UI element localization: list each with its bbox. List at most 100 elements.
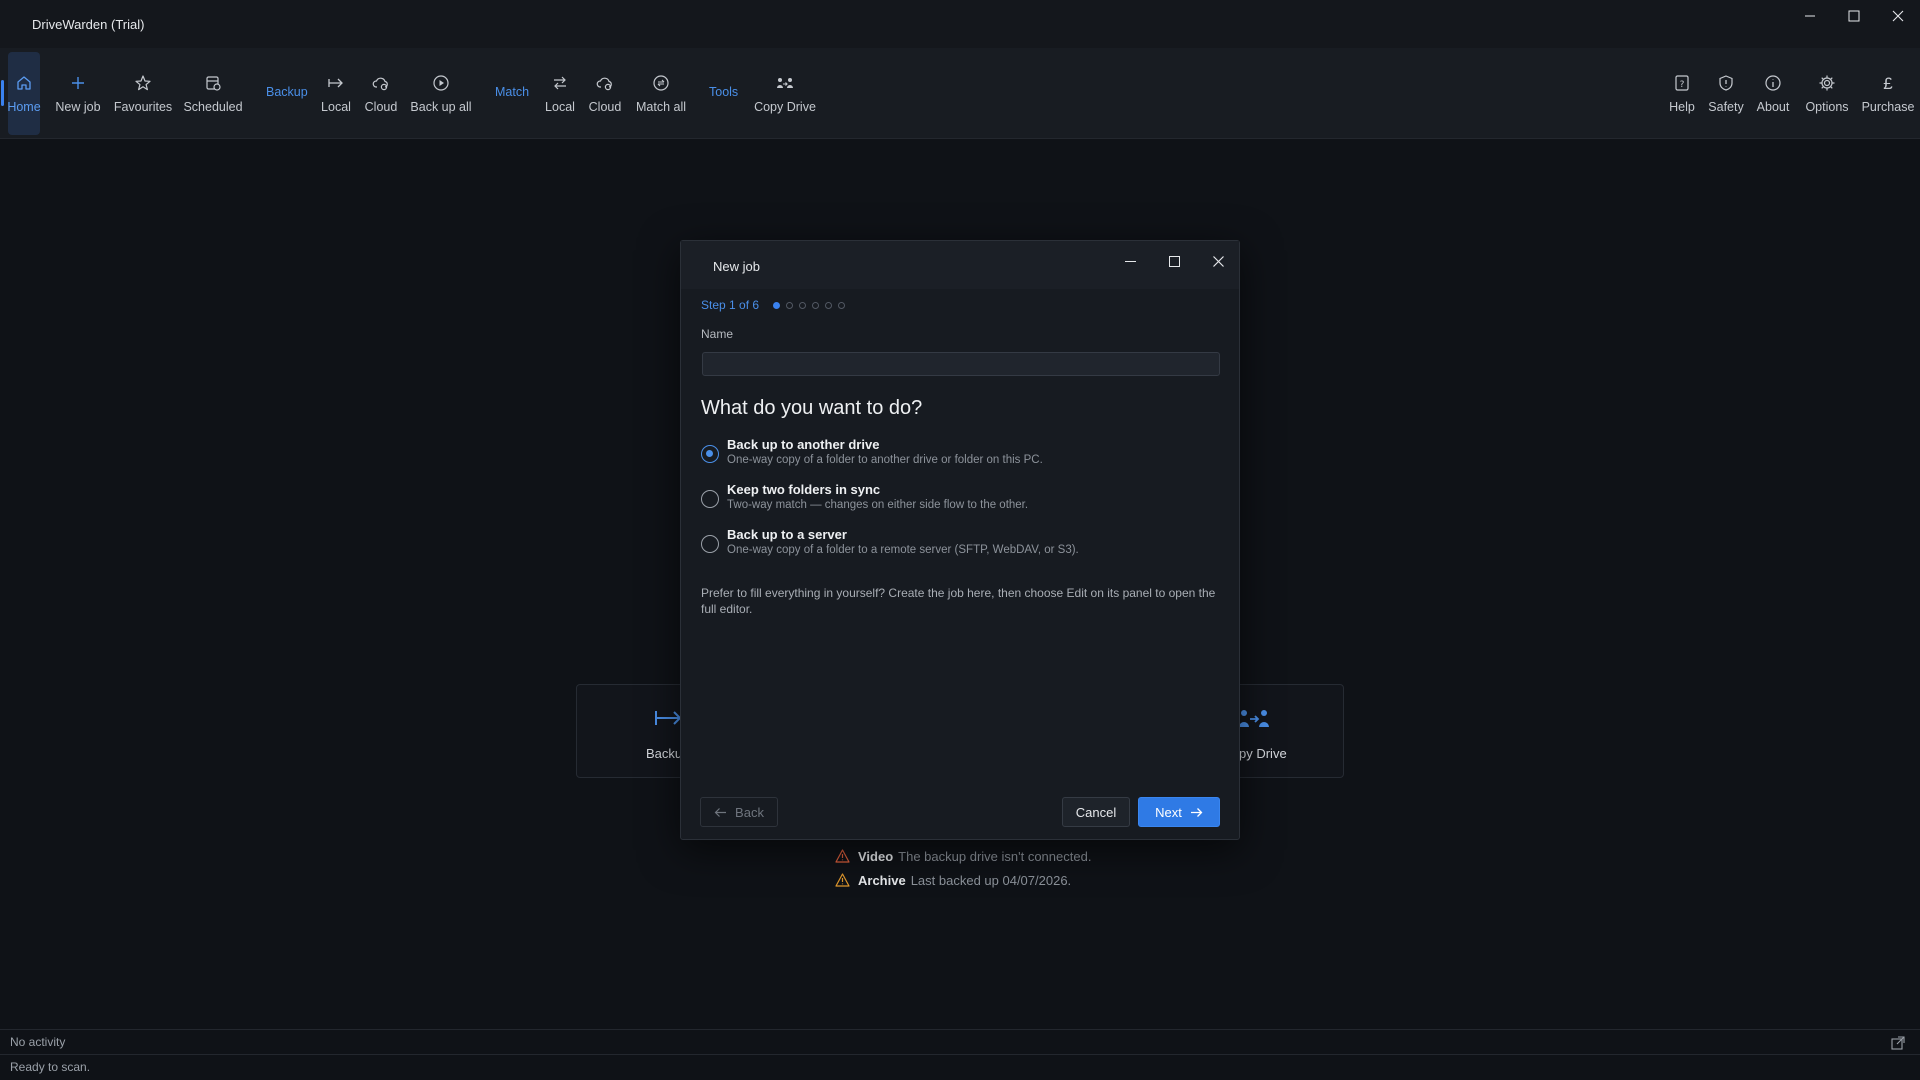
alert-message: The backup drive isn't connected. [898, 848, 1092, 864]
app-title: DriveWarden (Trial) [32, 16, 145, 32]
copy-drive-icon [1239, 710, 1269, 727]
next-button[interactable]: Next [1138, 797, 1220, 827]
name-input[interactable] [702, 352, 1220, 376]
back-button-label: Back [735, 804, 764, 820]
question-heading: What do you want to do? [701, 397, 923, 419]
toolbar-match-local-label: Local [545, 99, 575, 114]
home-card-copy-drive-label: py Drive [1239, 746, 1287, 761]
toolbar-home[interactable]: Home [1, 52, 41, 135]
step-dot [773, 301, 781, 309]
toolbar-match-all[interactable]: Match all [634, 52, 688, 135]
alert-name: Archive [858, 872, 906, 888]
arrow-to-bar-icon [328, 78, 343, 87]
radio-button[interactable] [701, 490, 719, 508]
close-icon [1892, 10, 1904, 22]
toolbar-match-local[interactable]: Local [544, 52, 576, 135]
sync-circle-icon [653, 74, 669, 91]
option-description: One-way copy of a folder to another driv… [727, 454, 1043, 466]
step-indicator: Step 1 of 6 [701, 298, 851, 312]
maximize-button[interactable] [1832, 0, 1876, 32]
toolbar-scheduled-label: Scheduled [183, 99, 243, 114]
maximize-icon [1168, 255, 1180, 267]
radio-button[interactable] [701, 535, 719, 553]
scheduled-icon [206, 75, 221, 91]
home-card-backup-label: Backu [646, 746, 683, 761]
toolbar-options[interactable]: Options [1804, 52, 1850, 135]
option-title: Keep two folders in sync [727, 482, 881, 497]
info-icon [1765, 74, 1781, 91]
alert-message: Last backed up 04/07/2026. [910, 872, 1072, 888]
svg-text:?: ? [1680, 80, 1685, 90]
new-job-dialog: New job Step 1 of 6 Name What do you wan… [680, 240, 1240, 840]
option-backup-server[interactable]: Back up to a server One-way copy of a fo… [701, 527, 1201, 565]
toolbar-backup-local-label: Local [321, 99, 351, 114]
swap-arrows-icon [554, 76, 566, 89]
activity-row: No activity [0, 1029, 1920, 1055]
toolbar-about[interactable]: About [1754, 52, 1792, 135]
home-icon [17, 75, 31, 90]
option-title: Back up to another drive [727, 437, 880, 452]
toolbar-purchase[interactable]: £ Purchase [1861, 52, 1915, 135]
option-sync-folders[interactable]: Keep two folders in sync Two-way match —… [701, 482, 1201, 520]
toolbar-backup-cloud-label: Cloud [364, 99, 398, 114]
warning-icon [835, 873, 850, 887]
toolbar-section-match: Match [495, 85, 530, 99]
option-backup-drive[interactable]: Back up to another drive One-way copy of… [701, 437, 1201, 475]
arrow-right-icon [1190, 807, 1203, 817]
step-dot [812, 301, 820, 309]
cloud-sync-icon [596, 77, 612, 90]
toolbar-new-job[interactable]: New job [52, 52, 104, 135]
step-dot [838, 301, 846, 309]
minimize-icon [1805, 15, 1815, 17]
toolbar-backup-cloud[interactable]: Cloud [362, 52, 400, 135]
back-button[interactable]: Back [700, 797, 778, 827]
alert-item[interactable]: Archive Last backed up 04/07/2026. [835, 868, 1091, 892]
home-card-backup[interactable]: Backu [576, 684, 686, 778]
toolbar-section-backup: Backup [266, 85, 308, 99]
cancel-button[interactable]: Cancel [1062, 797, 1130, 827]
option-description: One-way copy of a folder to a remote ser… [727, 544, 1079, 556]
step-dot [825, 301, 833, 309]
step-dots [773, 301, 851, 309]
toolbar-match-cloud-label: Cloud [588, 99, 622, 114]
toolbar-back-up-all[interactable]: Back up all [410, 52, 472, 135]
alert-list: Video The backup drive isn't connected. … [835, 844, 1091, 892]
activity-status: No activity [10, 1035, 66, 1049]
dialog-minimize-button[interactable] [1115, 247, 1145, 275]
toolbar-copy-drive[interactable]: Copy Drive [752, 52, 818, 135]
toolbar-match-cloud[interactable]: Cloud [586, 52, 624, 135]
step-text: Step 1 of 6 [701, 298, 760, 312]
radio-button[interactable] [701, 445, 719, 463]
title-bar: DriveWarden (Trial) [0, 0, 1920, 48]
play-circle-icon [433, 74, 449, 91]
toolbar-safety[interactable]: Safety [1706, 52, 1746, 135]
main-toolbar: Home New job Favourites Scheduled Backup… [0, 48, 1920, 139]
popout-icon[interactable] [1891, 1036, 1905, 1050]
name-label: Name [701, 327, 734, 341]
toolbar-home-label: Home [7, 99, 41, 114]
minimize-button[interactable] [1788, 0, 1832, 32]
warning-icon [835, 849, 850, 863]
copy-drive-icon [777, 77, 793, 88]
plus-icon [72, 76, 84, 89]
step-dot [799, 301, 807, 309]
dialog-title-bar: New job [681, 241, 1239, 289]
toolbar-backup-local[interactable]: Local [320, 52, 352, 135]
home-card-copy-drive[interactable]: py Drive [1234, 684, 1344, 778]
dialog-maximize-button[interactable] [1159, 247, 1189, 275]
toolbar-help[interactable]: ? Help [1664, 52, 1700, 135]
toolbar-about-label: About [1756, 99, 1790, 114]
maximize-icon [1848, 10, 1860, 22]
dialog-close-button[interactable] [1203, 247, 1233, 275]
toolbar-match-all-label: Match all [635, 99, 687, 114]
toolbar-purchase-label: Purchase [1861, 99, 1915, 114]
toolbar-favourites[interactable]: Favourites [112, 52, 174, 135]
toolbar-scheduled[interactable]: Scheduled [182, 52, 244, 135]
gear-icon [1819, 75, 1835, 90]
editor-hint: Prefer to fill everything in yourself? C… [701, 586, 1216, 616]
option-description: Two-way match — changes on either side f… [727, 499, 1029, 511]
close-button[interactable] [1876, 0, 1920, 32]
alert-item[interactable]: Video The backup drive isn't connected. [835, 844, 1091, 868]
toolbar-favourites-label: Favourites [113, 99, 173, 114]
alert-name: Video [858, 848, 894, 864]
